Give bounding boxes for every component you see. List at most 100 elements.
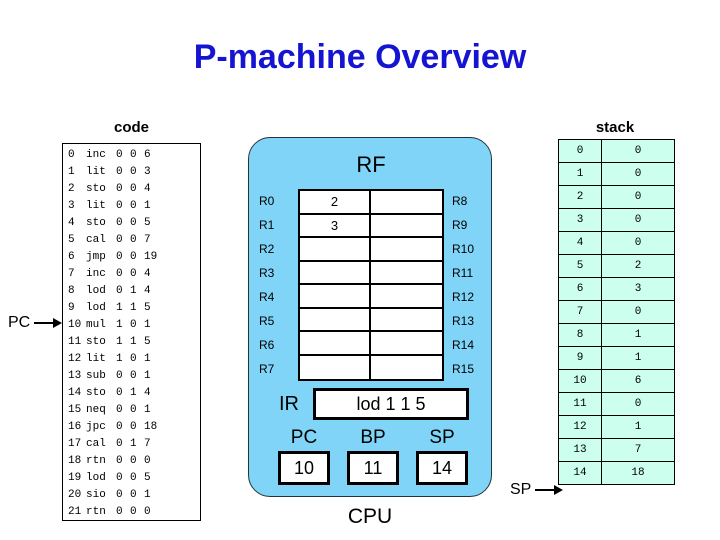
code-opcode: sto	[86, 183, 106, 195]
register-label-r13: R13	[452, 314, 475, 328]
arrow-right-icon	[535, 485, 564, 495]
stack-row: 91	[558, 346, 675, 370]
register-cell-r6[interactable]	[300, 332, 371, 356]
stack-row-value[interactable]: 0	[601, 300, 675, 324]
instruction-register-row: IR lod 1 1 5	[279, 386, 469, 422]
page-title: P-machine Overview	[193, 38, 527, 76]
code-line-number: 3	[68, 200, 75, 212]
instruction-register-value: lod 1 1 5	[313, 388, 469, 420]
code-opcode: sub	[86, 370, 106, 382]
code-opcode: lit	[86, 353, 106, 365]
stack-row-value[interactable]: 7	[601, 438, 675, 462]
register-file-title: RF	[356, 152, 386, 177]
code-field-a: 0	[116, 217, 123, 229]
cpu-register-value-pc[interactable]: 10	[278, 451, 330, 485]
code-field-b: 1	[130, 285, 137, 297]
register-cell-r8[interactable]	[371, 191, 442, 215]
code-field-b: 0	[130, 149, 137, 161]
register-cell-r0[interactable]: 2	[300, 191, 371, 215]
code-field-c: 3	[144, 166, 151, 178]
cpu-register-name-pc: PC	[290, 427, 318, 448]
stack-row-index: 9	[558, 346, 602, 370]
code-line-number: 18	[68, 455, 82, 467]
stack-row-index: 4	[558, 231, 602, 255]
stack-row: 63	[558, 277, 675, 301]
stack-row-value[interactable]: 1	[601, 415, 675, 439]
instruction-register-label: IR	[279, 392, 299, 415]
code-line: 6 jmp 0 0 19	[68, 249, 200, 266]
code-line-number: 9	[68, 302, 75, 314]
code-field-b: 1	[130, 438, 137, 450]
code-field-a: 0	[116, 166, 123, 178]
code-field-c: 5	[144, 336, 151, 348]
register-label-r12: R12	[452, 290, 475, 304]
stack-row-value[interactable]: 0	[601, 162, 675, 186]
stack-row-value[interactable]: 1	[601, 346, 675, 370]
code-line: 4 sto 0 0 5	[68, 215, 200, 232]
stack-row-value[interactable]: 3	[601, 277, 675, 301]
register-cell-r1[interactable]: 3	[300, 214, 371, 238]
stack-row-value[interactable]: 1	[601, 323, 675, 347]
code-line: 19 lod 0 0 5	[68, 470, 200, 487]
code-section-label: code	[113, 119, 149, 136]
register-cell-r13[interactable]	[371, 308, 442, 332]
cpu-register-sp: SP 14	[413, 427, 471, 485]
code-line: 20 sio 0 0 1	[68, 487, 200, 504]
stack-row-index: 8	[558, 323, 602, 347]
code-opcode: lit	[86, 166, 106, 178]
cpu-register-value-bp[interactable]: 11	[347, 451, 399, 485]
register-cell-r5[interactable]	[300, 308, 371, 332]
code-line-number: 16	[68, 421, 82, 433]
code-field-c: 5	[144, 472, 151, 484]
code-opcode: sto	[86, 336, 106, 348]
code-opcode: inc	[86, 268, 106, 280]
stack-row-value[interactable]: 6	[601, 369, 675, 393]
register-cell-r2[interactable]	[300, 238, 371, 262]
stack-row-value[interactable]: 0	[601, 231, 675, 255]
code-opcode: jmp	[86, 251, 106, 263]
code-field-c: 0	[144, 455, 151, 467]
stack-row-value[interactable]: 18	[601, 461, 675, 485]
code-line: 16 jpc 0 0 18	[68, 419, 200, 436]
register-label-r11: R11	[452, 266, 474, 280]
stack-row-index: 1	[558, 162, 602, 186]
code-line: 5 cal 0 0 7	[68, 232, 200, 249]
code-line-number: 1	[68, 166, 75, 178]
stack-table-body: 0 0 1 0 2 0 3 0 4 0 5 2 6 3 7 0 8 1 9 1 10 6 11 0 12 1 13 7 14 18	[558, 139, 675, 485]
code-field-b: 0	[130, 200, 137, 212]
code-line: 13 sub 0 0 1	[68, 368, 200, 385]
cpu-register-value-sp[interactable]: 14	[416, 451, 468, 485]
code-field-a: 1	[116, 353, 123, 365]
stack-row-value[interactable]: 0	[601, 392, 675, 416]
code-field-b: 0	[130, 251, 137, 263]
stack-row-index: 14	[558, 461, 602, 485]
code-opcode: neq	[86, 404, 106, 416]
stack-row-value[interactable]: 2	[601, 254, 675, 278]
code-opcode: rtn	[86, 455, 106, 467]
stack-row-index: 0	[558, 139, 602, 163]
register-cell-r15[interactable]	[371, 355, 442, 379]
code-field-a: 0	[116, 506, 123, 518]
code-field-b: 1	[130, 387, 137, 399]
stack-row-value[interactable]: 0	[601, 139, 675, 163]
stack-row-index: 13	[558, 438, 602, 462]
register-cell-r11[interactable]	[371, 261, 442, 285]
register-cell-r12[interactable]	[371, 285, 442, 309]
code-field-b: 0	[130, 234, 137, 246]
register-cell-r7[interactable]	[300, 355, 371, 379]
stack-row-value[interactable]: 0	[601, 185, 675, 209]
register-cell-r14[interactable]	[371, 332, 442, 356]
code-opcode: cal	[86, 438, 106, 450]
register-cell-r3[interactable]	[300, 261, 371, 285]
code-line: 12 lit 1 0 1	[68, 351, 200, 368]
stack-row-index: 10	[558, 369, 602, 393]
register-cell-r4[interactable]	[300, 285, 371, 309]
cpu-register-group: PC 10 BP 11 SP 14	[275, 427, 471, 485]
code-listing: 0 inc 0 0 6 1 lit 0 0 3 2 sto 0 0 4 3 lit 0 0 1 4 sto 0 0 5 5 cal 0…	[63, 147, 200, 521]
code-field-b: 0	[130, 404, 137, 416]
code-field-a: 0	[116, 285, 123, 297]
code-opcode: lit	[86, 200, 106, 212]
register-cell-r10[interactable]	[371, 238, 442, 262]
register-cell-r9[interactable]	[371, 214, 442, 238]
stack-row-value[interactable]: 0	[601, 208, 675, 232]
